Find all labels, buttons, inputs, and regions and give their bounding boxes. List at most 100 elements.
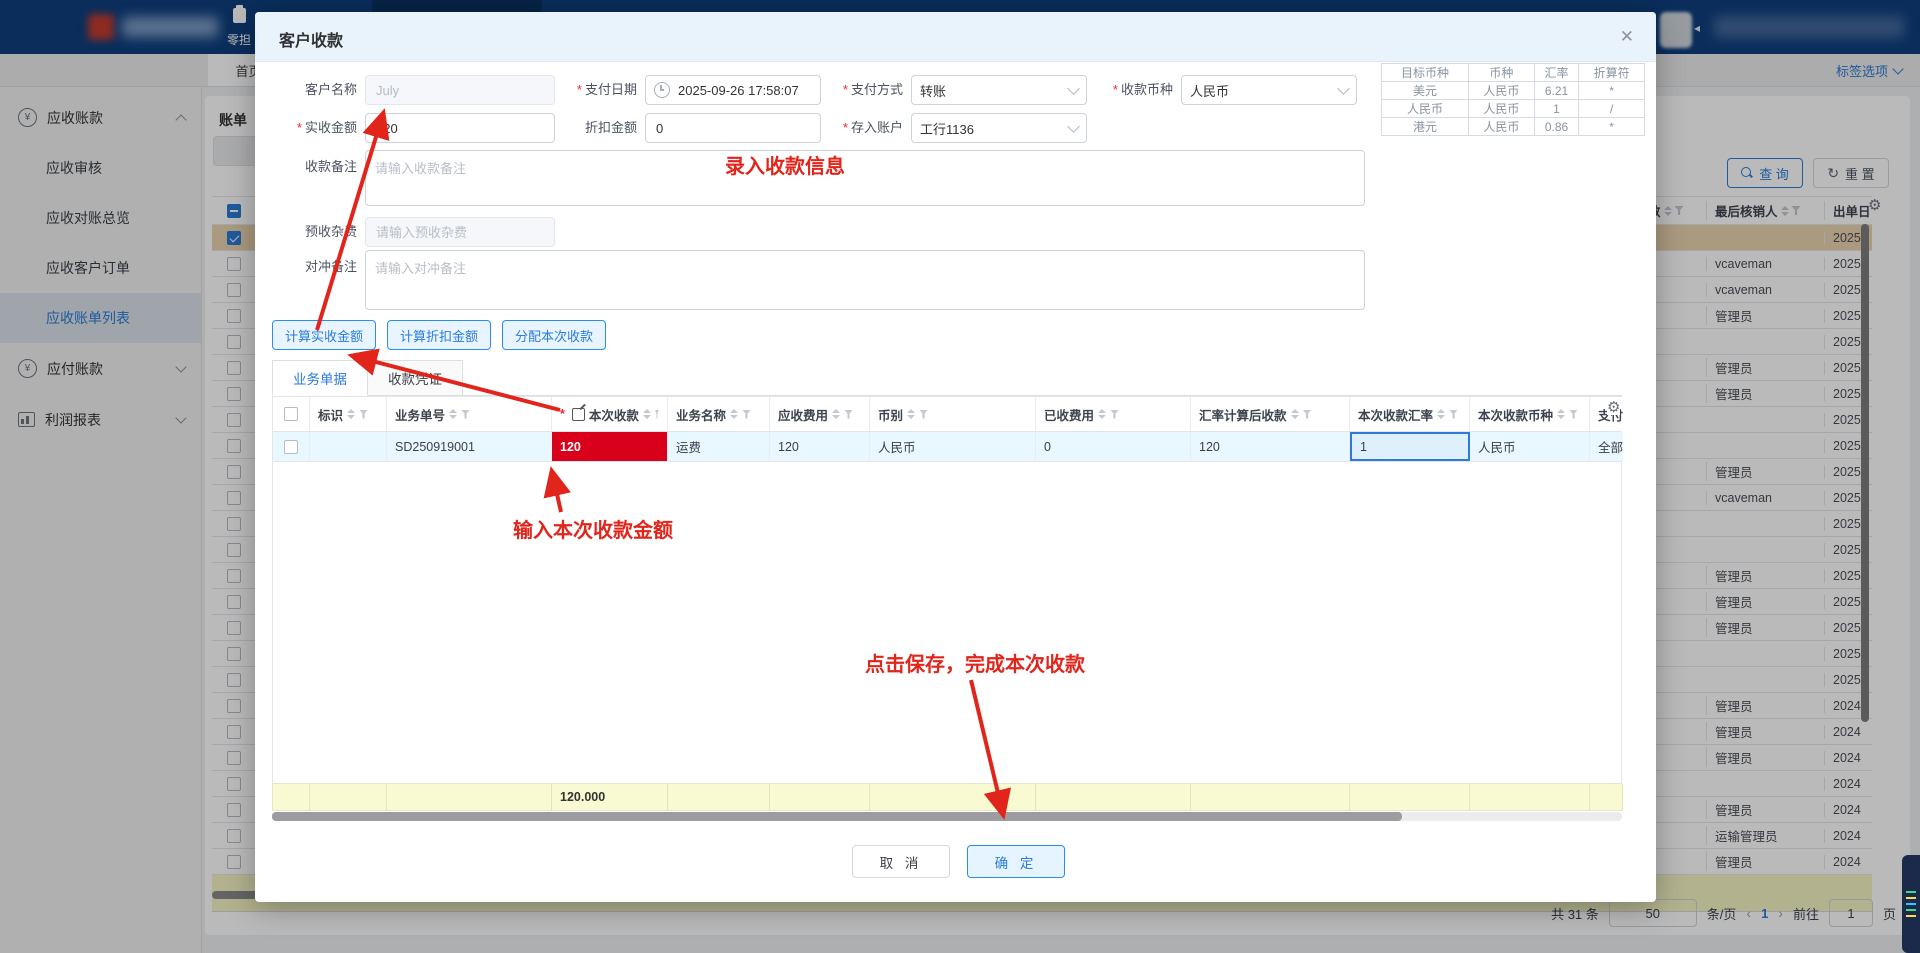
clock-icon	[654, 82, 670, 98]
modal-header: 客户收款 ✕	[255, 12, 1656, 62]
filter-icon[interactable]	[1303, 410, 1312, 419]
doc-cell-应收费用: 120	[770, 432, 870, 461]
header-checkbox-cell[interactable]	[273, 397, 310, 431]
summary-cell	[1350, 784, 1470, 810]
doc-cell-标识	[310, 432, 387, 461]
filter-icon[interactable]	[655, 410, 659, 419]
summary-cell	[668, 784, 770, 810]
row-checkbox[interactable]	[284, 440, 298, 454]
doc-col-业务名称[interactable]: 业务名称	[668, 397, 770, 431]
summary-cell	[273, 784, 310, 810]
discount-amount-input[interactable]	[654, 120, 812, 137]
currency-select[interactable]: 人民币	[1181, 75, 1357, 105]
allocate-payment-button[interactable]: 分配本次收款	[502, 320, 606, 350]
rate-row: 人民币人民币1/	[1382, 100, 1645, 118]
misc-fee-label: 预收杂费	[285, 217, 357, 247]
sort-icon[interactable]	[907, 409, 915, 419]
doc-table-row[interactable]: SD250919001120运费120人民币01201人民币全部核销	[272, 431, 1622, 461]
tab-payment-voucher[interactable]: 收款凭证	[368, 360, 463, 396]
doc-col-已收费用[interactable]: 已收费用	[1036, 397, 1191, 431]
filter-icon[interactable]	[742, 410, 751, 419]
doc-cell-汇率计算后收款: 120	[1191, 432, 1350, 461]
filter-icon[interactable]	[1449, 410, 1458, 419]
pay-method-label: *支付方式	[827, 75, 903, 105]
filter-icon[interactable]	[919, 410, 928, 419]
doc-table-scrollbar[interactable]	[272, 812, 1622, 821]
deposit-account-label: *存入账户	[827, 113, 903, 143]
summary-cell	[770, 784, 870, 810]
floating-widget[interactable]	[1902, 855, 1920, 953]
misc-fee-input	[374, 224, 546, 241]
summary-cell	[310, 784, 387, 810]
doc-cell-业务单号: SD250919001	[387, 432, 552, 461]
filter-icon[interactable]	[1110, 410, 1119, 419]
sort-icon[interactable]	[347, 409, 355, 419]
customer-name-label: 客户名称	[285, 75, 357, 105]
rate-col-折算符: 折算符	[1579, 64, 1645, 82]
filter-icon[interactable]	[359, 410, 368, 419]
doc-col-本次收款汇率[interactable]: 本次收款汇率	[1350, 397, 1470, 431]
sort-icon[interactable]	[832, 409, 840, 419]
doc-col-本次收款币种[interactable]: 本次收款币种	[1470, 397, 1590, 431]
customer-name-input	[374, 82, 546, 99]
column-settings-gear-icon[interactable]: ⚙	[1607, 400, 1620, 415]
sort-icon[interactable]	[1437, 409, 1445, 419]
customer-name-field	[365, 75, 555, 105]
rate-col-目标币种: 目标币种	[1382, 64, 1469, 82]
offset-remark-textarea[interactable]	[365, 250, 1365, 310]
pay-date-input[interactable]	[676, 82, 812, 99]
calc-discount-button[interactable]: 计算折扣金额	[387, 320, 491, 350]
doc-col-本次收款[interactable]: *本次收款	[552, 397, 668, 431]
screen: 零担 ◂ 首页 × 标签选项 ¥应收账款应收审核应收对账总览应收客户订单应收账单…	[0, 0, 1920, 953]
select-all-checkbox[interactable]	[284, 407, 298, 421]
pay-method-select[interactable]: 转账	[911, 75, 1087, 105]
doc-cell-本次收款汇率[interactable]: 1	[1350, 432, 1470, 461]
filter-icon[interactable]	[461, 410, 470, 419]
doc-cell-本次收款币种: 人民币	[1470, 432, 1590, 461]
customer-payment-modal: 客户收款 ✕ 客户名称 *支付日期 *支付方式 转账 *收款币种 人民币 *实收…	[255, 12, 1656, 902]
modal-tabs: 业务单据 收款凭证	[272, 360, 1622, 396]
doc-cell-币别: 人民币	[870, 432, 1036, 461]
filter-icon[interactable]	[1569, 410, 1578, 419]
annotation-step2: 输入本次收款金额	[513, 514, 673, 543]
discount-amount-field[interactable]	[645, 113, 821, 143]
doc-cell-本次收款[interactable]: 120	[552, 432, 668, 461]
filter-icon[interactable]	[844, 410, 853, 419]
calc-received-button[interactable]: 计算实收金额	[272, 320, 376, 350]
summary-cell: 120.000	[552, 784, 668, 810]
pay-date-field[interactable]	[645, 75, 821, 105]
summary-cell	[387, 784, 552, 810]
sort-icon[interactable]	[1557, 409, 1565, 419]
annotation-step3: 点击保存，完成本次收款	[865, 648, 1085, 677]
scrollbar-thumb[interactable]	[272, 812, 1402, 821]
doc-col-币别[interactable]: 币别	[870, 397, 1036, 431]
tab-business-docs[interactable]: 业务单据	[272, 360, 368, 396]
sort-icon[interactable]	[449, 409, 457, 419]
cancel-button[interactable]: 取 消	[852, 845, 950, 878]
exchange-rate-table: 目标币种币种汇率折算符美元人民币6.21*人民币人民币1/港元人民币0.86*	[1381, 63, 1645, 136]
misc-fee-field	[365, 217, 555, 247]
rate-col-币种: 币种	[1469, 64, 1535, 82]
modal-title: 客户收款	[279, 27, 343, 51]
remark-textarea[interactable]	[365, 150, 1365, 206]
summary-cell	[1191, 784, 1350, 810]
doc-col-汇率计算后收款[interactable]: 汇率计算后收款	[1191, 397, 1350, 431]
doc-col-业务单号[interactable]: 业务单号	[387, 397, 552, 431]
received-amount-input[interactable]	[374, 120, 546, 137]
close-icon[interactable]: ✕	[1620, 27, 1634, 47]
sort-icon[interactable]	[730, 409, 738, 419]
summary-cell	[870, 784, 1036, 810]
sort-icon[interactable]	[1291, 409, 1299, 419]
sort-icon[interactable]	[643, 409, 651, 419]
pay-date-label: *支付日期	[561, 75, 637, 105]
doc-col-标识[interactable]: 标识	[310, 397, 387, 431]
summary-cell	[1590, 784, 1623, 810]
received-amount-field[interactable]	[365, 113, 555, 143]
confirm-button[interactable]: 确 定	[967, 845, 1065, 878]
business-doc-table: 标识业务单号*本次收款业务名称应收费用币别已收费用汇率计算后收款本次收款汇率本次…	[272, 396, 1622, 461]
annotation-step1: 录入收款信息	[725, 150, 845, 179]
deposit-account-select[interactable]: 工行1136	[911, 113, 1087, 143]
doc-col-应收费用[interactable]: 应收费用	[770, 397, 870, 431]
sort-icon[interactable]	[1098, 409, 1106, 419]
doc-table-empty-body	[272, 461, 1622, 783]
